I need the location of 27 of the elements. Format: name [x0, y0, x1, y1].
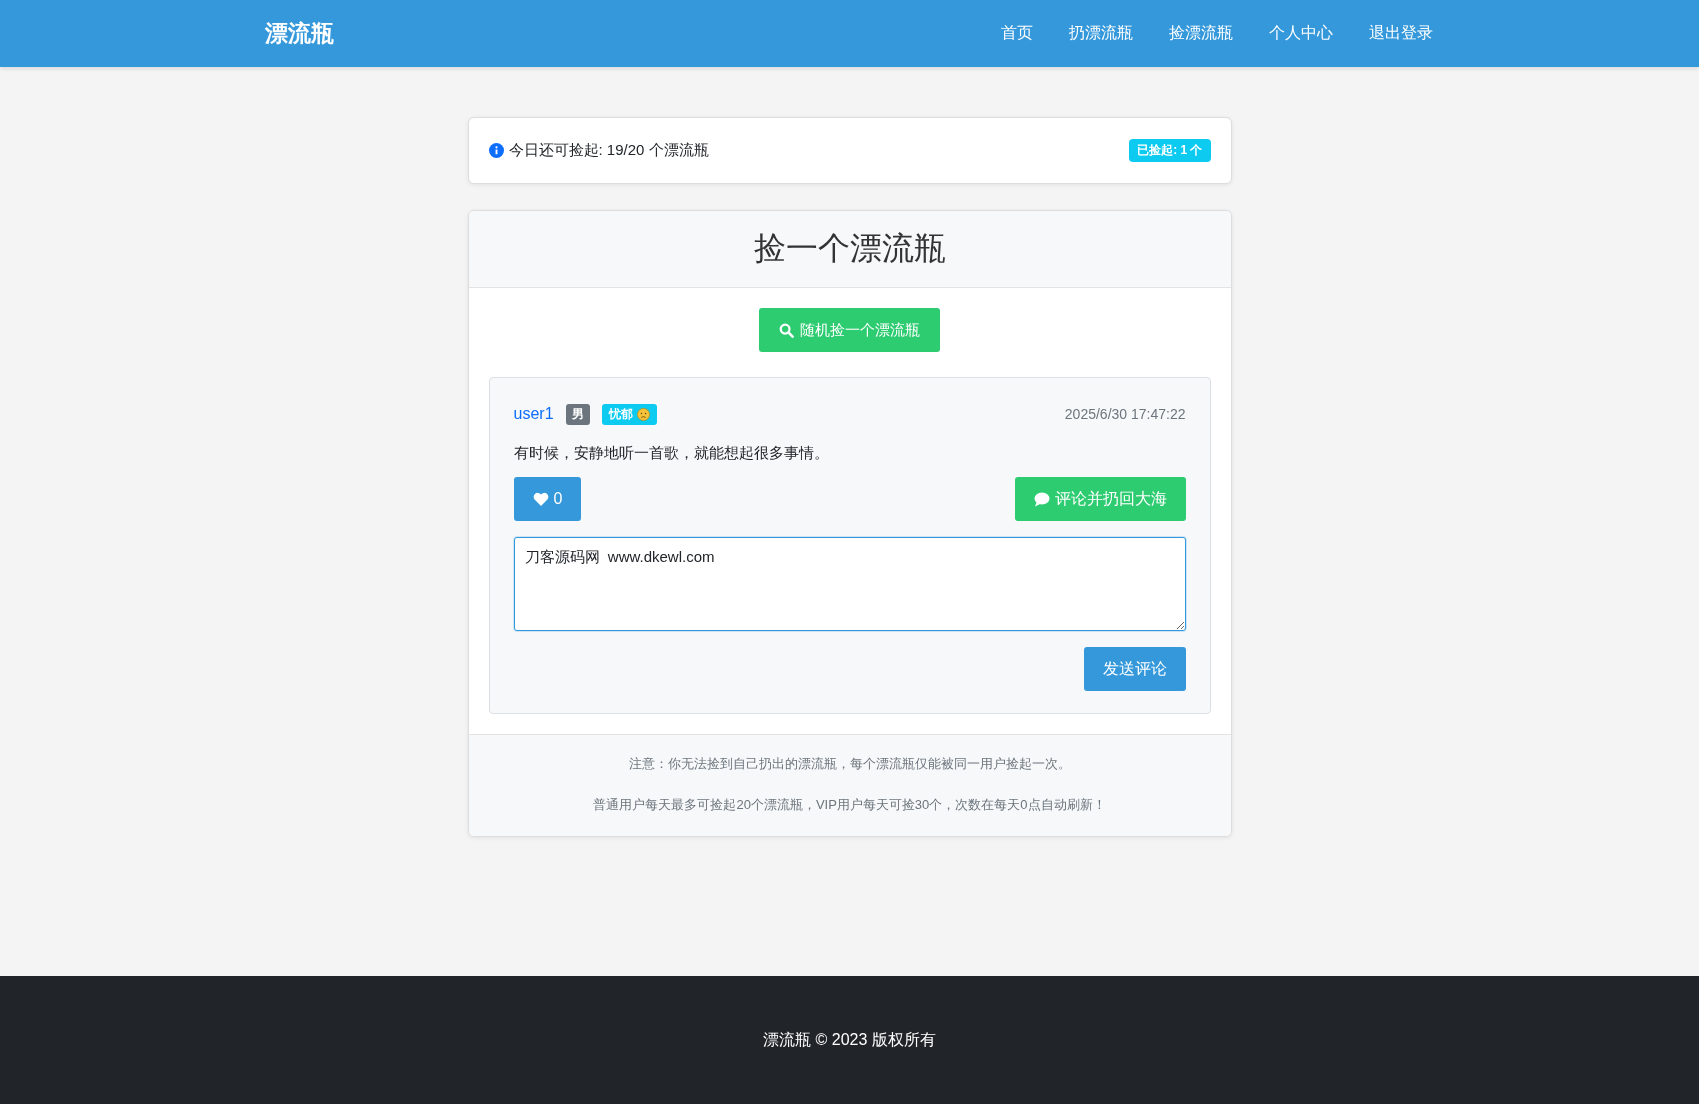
speech-bubble-icon	[1033, 491, 1050, 507]
note-text: 普通用户每天最多可捡起20个漂流瓶，VIP用户每天可捡30个，次数在每天0点自动刷新！	[593, 796, 1106, 814]
nav-link[interactable]: 首页	[982, 15, 1051, 52]
nav-link[interactable]: 退出登录	[1350, 15, 1451, 52]
note-text: 注意：你无法捡到自己扔出的漂流瓶，每个漂流瓶仅能被同一用户捡起一次。	[628, 755, 1071, 773]
random-pick-button[interactable]: 随机捡一个漂流瓶	[759, 308, 940, 352]
username-link[interactable]: user1	[513, 405, 554, 423]
like-button[interactable]: 0	[513, 477, 582, 521]
search-icon	[779, 322, 794, 338]
nav-link[interactable]: 捡漂流瓶	[1150, 15, 1251, 52]
picked-count-badge: 已捡起: 1 个	[1129, 139, 1211, 162]
card-title: 捡一个漂流瓶	[753, 229, 946, 268]
comment-and-throw-button[interactable]: 评论并扔回大海	[1014, 477, 1186, 521]
nav-link[interactable]: 扔漂流瓶	[1050, 15, 1151, 52]
comment-input-field[interactable]: 刀客源码网 www.dkewl.com	[513, 537, 1186, 631]
brand-title[interactable]: 漂流瓶	[264, 18, 334, 49]
mood-badge: 忧郁	[601, 403, 657, 425]
nav-link[interactable]: 个人中心	[1250, 15, 1351, 52]
quota-text: 今日还可捡起: 19/20 个漂流瓶	[508, 141, 709, 160]
timestamp: 2025/6/30 17:47:22	[1064, 406, 1186, 422]
gender-badge: 男	[565, 403, 590, 425]
info-icon	[488, 143, 504, 158]
send-comment-button[interactable]: 发送评论	[1083, 647, 1186, 691]
sad-face-icon	[636, 407, 650, 421]
copyright-text: 漂流瓶 © 2023 版权所有	[763, 1029, 936, 1050]
heart-icon	[532, 492, 549, 506]
bottle-message: 有时候，安静地听一首歌，就能想起很多事情。	[513, 444, 830, 463]
